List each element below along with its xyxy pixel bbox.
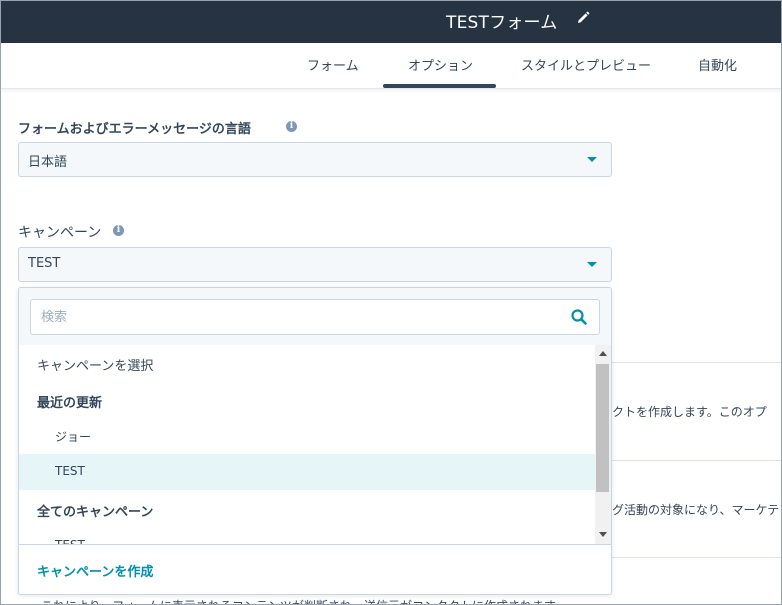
option-description-text: クトを作成します。このオプ (612, 405, 767, 419)
search-icon[interactable] (570, 308, 588, 326)
tab-bar: フォーム オプション スタイルとプレビュー 自動化 (1, 43, 781, 89)
scroll-down-icon[interactable] (599, 532, 607, 537)
scrollbar-thumb[interactable] (596, 364, 609, 492)
list-group-header-all: 全てのキャンペーン (37, 505, 154, 520)
list-item[interactable]: ジョー (19, 418, 595, 454)
dropdown-search-area (19, 288, 611, 345)
section-divider (612, 460, 781, 461)
tab-options[interactable]: オプション (408, 55, 473, 74)
tab-form[interactable]: フォーム (307, 55, 359, 74)
dropdown-footer: キャンペーンを作成 (19, 544, 611, 594)
campaign-select-value: TEST (28, 256, 61, 271)
section-divider (612, 557, 781, 558)
app-window: TESTフォーム フォーム オプション スタイルとプレビュー 自動化 フォームお… (0, 0, 782, 605)
list-group-header-recent: 最近の更新 (37, 396, 103, 411)
language-select[interactable]: 日本語 (18, 142, 612, 177)
caret-down-icon (587, 157, 597, 162)
tab-style-preview[interactable]: スタイルとプレビュー (521, 55, 651, 74)
campaign-label: キャンペーン (18, 225, 102, 241)
top-header-bar: TESTフォーム (1, 1, 781, 43)
campaign-dropdown-menu: キャンペーンを選択 最近の更新 ジョー TEST 全てのキャンペーン TEST … (18, 287, 612, 595)
list-item[interactable]: TEST (19, 528, 595, 544)
tab-automation[interactable]: 自動化 (698, 55, 737, 74)
scroll-up-icon[interactable] (599, 351, 607, 356)
create-campaign-link[interactable]: キャンペーンを作成 (37, 561, 153, 580)
campaign-select[interactable]: TEST (18, 247, 612, 282)
option-description-text: これにより、フォームに表示されるコンテンツが判断され、送信元がコンタクトに作成さ… (41, 597, 556, 604)
form-title: TESTフォーム (446, 13, 558, 33)
list-item-select-campaign[interactable]: キャンペーンを選択 (19, 345, 595, 381)
section-divider (612, 362, 781, 363)
option-description-text: グ活動の対象になり、マーケテ (612, 503, 780, 517)
info-icon[interactable]: i (113, 225, 124, 236)
active-tab-indicator (383, 84, 496, 88)
campaign-option-list: キャンペーンを選択 最近の更新 ジョー TEST 全てのキャンペーン TEST (19, 345, 595, 544)
info-icon[interactable]: i (286, 121, 297, 132)
language-select-value: 日本語 (28, 155, 68, 170)
language-label: フォームおよびエラーメッセージの言語 (18, 122, 251, 137)
search-input[interactable] (30, 299, 600, 335)
list-item-selected[interactable]: TEST (19, 454, 595, 490)
pencil-icon[interactable] (575, 10, 591, 26)
caret-down-icon (587, 262, 597, 267)
